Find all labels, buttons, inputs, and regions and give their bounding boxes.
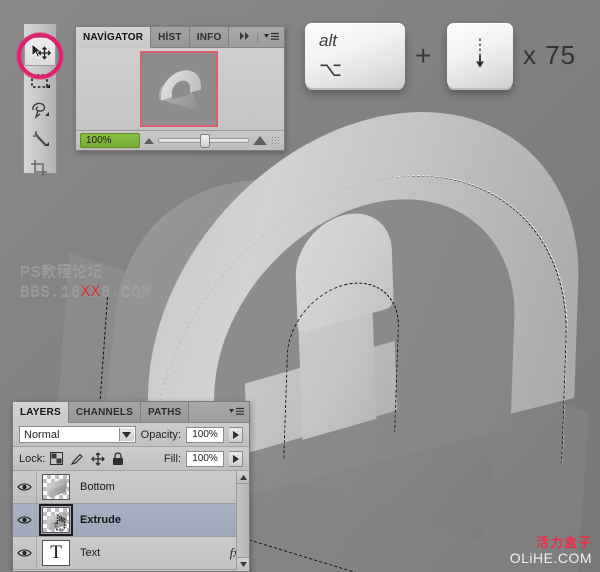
double-chevron-right-icon[interactable] [239,32,252,42]
navigator-thumbnail[interactable] [140,51,218,127]
layer-row-extrude[interactable]: Extrude [13,504,249,537]
watermark-left-url-c: 8.COM [100,282,152,301]
navigator-footer[interactable]: 100% [76,130,284,150]
lock-buttons-group[interactable] [50,451,124,466]
tools-panel[interactable] [23,24,57,176]
watermark-left-url-a: BBS.16 [20,282,81,301]
eye-icon [17,483,32,491]
blend-mode-select[interactable]: Normal [19,426,136,443]
layers-tab-controls[interactable] [224,402,249,422]
watermark-left-line1: PS教程论坛 [20,263,104,280]
chevron-down-icon[interactable] [118,428,134,441]
navigator-tab-bar[interactable]: NAVİGATOR HİST INFO | [76,27,284,48]
plus-sign-label: + [415,40,432,71]
lock-row[interactable]: Lock: Fill: 100% [13,447,249,471]
layer-name-text[interactable]: Text [70,547,230,559]
panel-menu-icon[interactable] [264,32,279,43]
move-icon [29,42,51,62]
fill-stepper[interactable] [229,450,243,467]
layers-tab-bar[interactable]: LAYERS CHANNELS PATHS [13,402,249,423]
layer-row-bottom[interactable]: Bottom [13,471,249,504]
magic-wand-tool-button[interactable] [24,124,56,153]
watermark-left-line2: BBS.16XX8.COM [20,282,151,302]
layer-visibility-toggle[interactable] [13,504,37,536]
rectangular-marquee-icon [29,71,51,91]
move-tool-button[interactable] [24,37,56,66]
tab-channels[interactable]: CHANNELS [68,402,142,422]
watermark-left: PS教程论坛 BBS.16XX8.COM [20,263,151,302]
tab-navigator[interactable]: NAVİGATOR [76,27,152,48]
lock-label: Lock: [19,452,46,465]
layer-visibility-toggle[interactable] [13,537,37,569]
tab-paths[interactable]: PATHS [141,402,190,422]
crop-tool-button[interactable] [24,153,56,182]
opacity-stepper[interactable] [229,426,243,443]
alt-key-label: alt [319,31,337,50]
alt-keycap: alt ⌥ [305,23,405,88]
down-arrow-icon [447,35,513,76]
marquee-tool-button[interactable] [24,66,56,95]
panel-resize-grip[interactable] [271,136,280,145]
hand-cursor-icon [54,514,66,531]
blend-mode-row[interactable]: Normal Opacity: 100% [13,423,249,447]
layers-scrollbar[interactable] [236,471,249,570]
magic-wand-icon [29,129,51,149]
layers-panel[interactable]: LAYERS CHANNELS PATHS Normal Opacity: 10… [12,401,250,572]
text-layer-icon: T [43,541,69,565]
option-symbol-icon: ⌥ [319,59,343,81]
tab-layers[interactable]: LAYERS [13,402,69,423]
blend-mode-value: Normal [24,428,60,441]
scroll-up-arrow-icon[interactable] [237,471,249,484]
lock-transparent-pixels-icon[interactable] [50,452,64,465]
layer-visibility-toggle[interactable] [13,471,37,503]
navigator-panel[interactable]: NAVİGATOR HİST INFO | 100% [75,26,285,151]
navigator-artwork-preview [157,65,205,111]
watermark-right-en: OLiHE.COM [509,549,592,566]
eye-icon [17,549,32,557]
tab-history[interactable]: HİST [151,27,190,47]
navigator-preview-area[interactable] [76,48,284,130]
layer-thumbnail[interactable] [39,504,73,536]
down-arrow-keycap [447,23,513,88]
layer-name-bottom[interactable]: Bottom [70,481,243,493]
panel-menu-icon[interactable] [229,407,244,418]
fill-label: Fill: [163,452,181,465]
layer-thumbnail-text[interactable]: T [42,540,70,566]
layer-row-text[interactable]: T Text fx [13,537,249,570]
crop-icon [29,158,51,178]
layer-thumbnail[interactable] [42,474,70,500]
zoom-level-input[interactable]: 100% [80,133,140,148]
lasso-tool-button[interactable] [24,95,56,124]
repeat-count-label: x 75 [523,40,577,70]
fill-input[interactable]: 100% [186,450,224,467]
watermark-right-cn: 活力盒子 [535,535,592,551]
lasso-icon [29,100,51,120]
opacity-label: Opacity: [140,428,181,441]
lock-position-icon[interactable] [91,451,106,466]
lock-all-icon[interactable] [112,451,124,466]
tabbar-spacer-layers [189,402,224,422]
eye-icon [17,516,32,524]
layer-name-extrude[interactable]: Extrude [70,514,243,526]
photoshop-screenshot: PS教程论坛 BBS.16XX8.COM 活力盒子 OLiHE.COM ▸▸ [0,0,600,572]
small-mountain-icon[interactable] [144,137,154,144]
large-mountain-icon[interactable] [253,136,267,145]
zoom-slider[interactable] [158,134,249,148]
navigator-tab-controls[interactable]: | [235,27,284,47]
watermark-left-url-b: XX [80,282,101,301]
lock-image-pixels-icon[interactable] [70,452,84,466]
watermark-right: 活力盒子 OLiHE.COM [510,536,592,566]
opacity-input[interactable]: 100% [186,426,224,443]
tab-info[interactable]: INFO [189,27,230,47]
scroll-down-arrow-icon[interactable] [237,557,249,570]
layers-list[interactable]: Bottom Extrude T Text fx [13,471,249,570]
zoom-slider-knob[interactable] [199,134,210,148]
